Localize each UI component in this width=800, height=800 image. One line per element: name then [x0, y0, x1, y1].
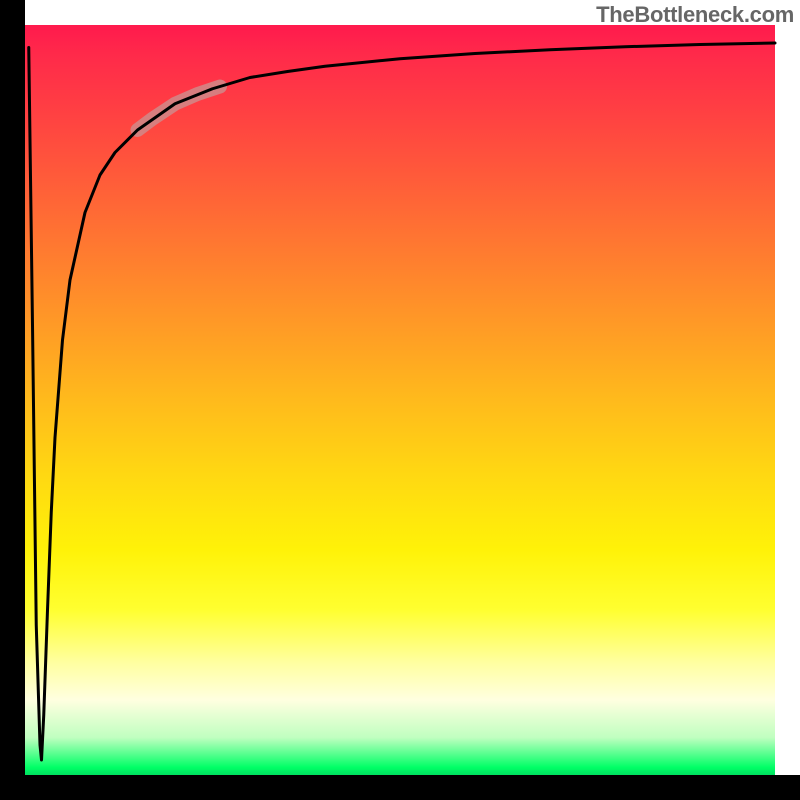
curve-layer	[25, 25, 775, 775]
watermark-text: TheBottleneck.com	[596, 2, 794, 28]
bottleneck-chart: TheBottleneck.com	[0, 0, 800, 800]
bottleneck-curve	[29, 43, 775, 760]
y-axis	[0, 0, 25, 800]
highlight-segment	[138, 87, 221, 131]
x-axis	[0, 775, 800, 800]
plot-area	[25, 25, 775, 775]
